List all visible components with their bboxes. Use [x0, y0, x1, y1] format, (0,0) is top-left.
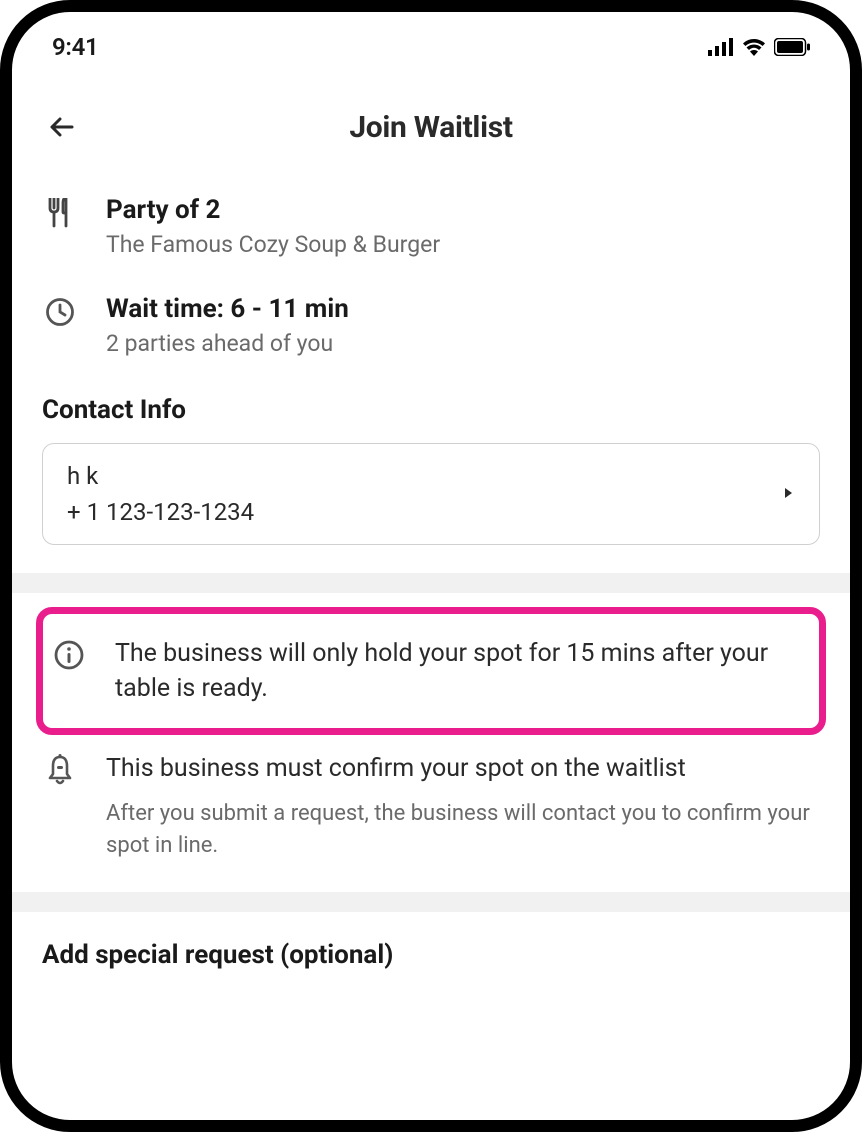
device-frame: 9:41 Join Waitlist Party of 2 The	[0, 0, 862, 1132]
section-divider	[12, 892, 850, 912]
confirm-notice-title: This business must confirm your spot on …	[106, 751, 820, 786]
back-button[interactable]	[42, 107, 82, 147]
bell-icon	[42, 751, 78, 788]
wait-time-label: Wait time: 6 - 11 min	[106, 294, 820, 324]
info-icon	[51, 636, 87, 671]
section-divider	[12, 573, 850, 593]
contact-section-label: Contact Info	[42, 395, 820, 425]
party-size-label: Party of 2	[106, 195, 820, 225]
status-time: 9:41	[52, 33, 98, 61]
restaurant-name: The Famous Cozy Soup & Burger	[106, 231, 820, 258]
utensils-icon	[42, 195, 78, 228]
content-area: Party of 2 The Famous Cozy Soup & Burger…	[12, 177, 850, 970]
page-header: Join Waitlist	[12, 72, 850, 177]
status-indicators	[708, 38, 810, 56]
hold-notice-row: The business will only hold your spot fo…	[51, 626, 811, 716]
confirm-notice-sub: After you submit a request, the business…	[106, 798, 820, 862]
caret-right-icon	[783, 485, 795, 504]
arrow-left-icon	[47, 112, 77, 142]
wifi-icon	[742, 38, 766, 56]
contact-phone: + 1 123-123-1234	[67, 498, 254, 526]
contact-info-card[interactable]: h k + 1 123-123-1234	[42, 443, 820, 545]
parties-ahead-label: 2 parties ahead of you	[106, 330, 820, 357]
party-row: Party of 2 The Famous Cozy Soup & Burger	[42, 177, 820, 276]
confirm-notice-row: This business must confirm your spot on …	[42, 749, 820, 872]
cellular-signal-icon	[708, 38, 734, 56]
wait-time-row: Wait time: 6 - 11 min 2 parties ahead of…	[42, 276, 820, 375]
special-request-label: Add special request (optional)	[42, 940, 820, 970]
page-title: Join Waitlist	[349, 110, 512, 145]
clock-icon	[42, 294, 78, 327]
contact-name: h k	[67, 462, 254, 490]
battery-icon	[774, 38, 810, 56]
status-bar: 9:41	[12, 12, 850, 72]
hold-notice-text: The business will only hold your spot fo…	[115, 636, 811, 706]
highlighted-notice: The business will only hold your spot fo…	[36, 607, 826, 735]
